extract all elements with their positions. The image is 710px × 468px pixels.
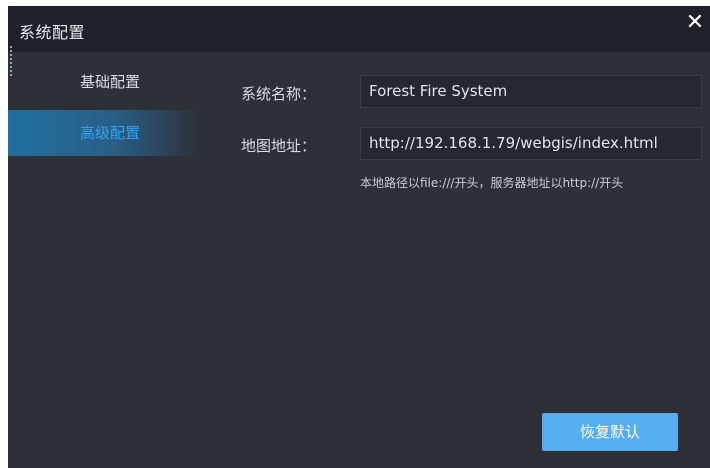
close-icon[interactable]: ✕ <box>682 10 708 36</box>
sidebar-item-label: 基础配置 <box>80 73 141 91</box>
dialog-title: 系统配置 <box>19 23 86 42</box>
map-url-hint: 本地路径以file:///开头，服务器地址以http://开头 <box>360 176 624 190</box>
sidebar-item-basic-config[interactable]: 基础配置 <box>8 58 200 106</box>
system-name-field[interactable]: Forest Fire System <box>360 75 702 108</box>
page-background <box>0 0 8 468</box>
sidebar-item-label: 高级配置 <box>80 124 141 142</box>
title-bar[interactable]: 系统配置 ✕ <box>8 6 710 52</box>
system-name-label: 系统名称： <box>241 85 317 103</box>
settings-dialog: 系统配置 ✕ 基础配置 高级配置 系统名称： Forest Fire Syste… <box>8 6 710 468</box>
sidebar-item-advanced-config[interactable]: 高级配置 <box>8 110 200 156</box>
settings-sidebar: 基础配置 高级配置 <box>8 52 200 468</box>
restore-default-button[interactable]: 恢复默认 <box>542 413 678 451</box>
map-url-label: 地图地址： <box>241 137 317 155</box>
map-url-field[interactable]: http://192.168.1.79/webgis/index.html <box>360 127 702 160</box>
